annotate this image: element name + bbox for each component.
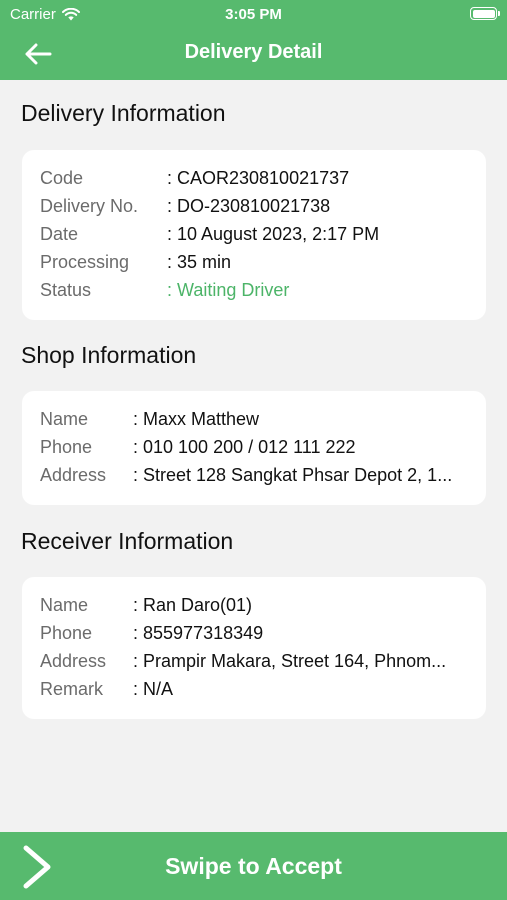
swipe-to-accept-label: Swipe to Accept xyxy=(165,853,342,879)
row-label: Address xyxy=(40,651,107,671)
row-value: : Street 128 Sangkat Phsar Depot 2, 1... xyxy=(133,465,453,485)
battery-icon xyxy=(470,7,500,20)
row-value: : 35 min xyxy=(167,252,232,272)
shop-section-title: Shop Information xyxy=(21,342,197,368)
receiver-info-card: Name : Ran Daro(01) Phone : 855977318349… xyxy=(22,577,486,719)
page-title: Delivery Detail xyxy=(184,41,323,63)
status-bar: Carrier 3:05 PM xyxy=(0,0,507,28)
row-value: : DO-230810021738 xyxy=(167,196,331,216)
row-label: Phone xyxy=(40,623,93,643)
row-label: Name xyxy=(40,409,89,429)
row-value: : 10 August 2023, 2:17 PM xyxy=(167,224,380,244)
delivery-info-card: Code : CAOR230810021737 Delivery No. : D… xyxy=(22,150,486,320)
header-bar: Carrier 3:05 PM Delivery Detail xyxy=(0,0,507,80)
row-value: : N/A xyxy=(133,679,174,699)
status-time: 3:05 PM xyxy=(225,6,282,23)
row-value: : 855977318349 xyxy=(133,623,264,643)
row-value: : Maxx Matthew xyxy=(133,409,260,429)
navigation-bar: Delivery Detail xyxy=(0,28,507,80)
row-label: Processing xyxy=(40,252,130,272)
row-label: Status xyxy=(40,280,92,300)
swipe-to-accept-slider[interactable]: Swipe to Accept xyxy=(0,832,507,900)
row-label: Delivery No. xyxy=(40,196,139,216)
row-label: Address xyxy=(40,465,107,485)
row-value: : Ran Daro(01) xyxy=(133,595,253,615)
row-label: Phone xyxy=(40,437,93,457)
row-label: Date xyxy=(40,224,79,244)
row-label: Remark xyxy=(40,679,104,699)
row-label: Code xyxy=(40,168,84,188)
row-value: : CAOR230810021737 xyxy=(167,168,350,188)
status-value: : Waiting Driver xyxy=(167,280,290,300)
shop-info-card: Name : Maxx Matthew Phone : 010 100 200 … xyxy=(22,391,486,505)
delivery-section-title: Delivery Information xyxy=(21,100,226,126)
row-value: : Prampir Makara, Street 164, Phnom... xyxy=(133,651,447,671)
row-label: Name xyxy=(40,595,89,615)
row-value: : 010 100 200 / 012 111 222 xyxy=(133,437,356,457)
receiver-section-title: Receiver Information xyxy=(21,528,234,554)
